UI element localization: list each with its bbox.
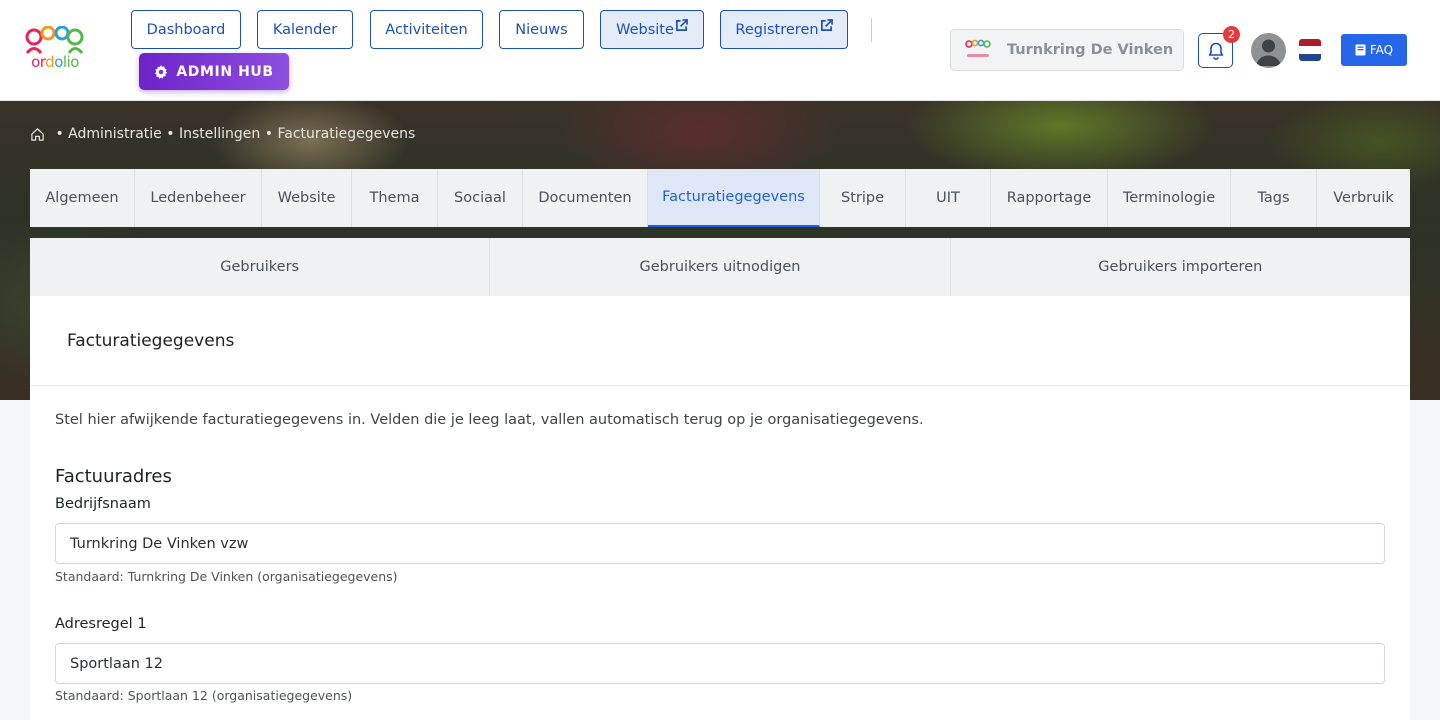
user-subtabs: Gebruikers Gebruikers uitnodigen Gebruik…: [30, 238, 1410, 296]
tab-website[interactable]: Website: [262, 169, 352, 227]
organization-name: Turnkring De Vinken: [1007, 42, 1174, 58]
book-icon: [1355, 44, 1366, 56]
subtab-label: Gebruikers uitnodigen: [639, 259, 801, 275]
admin-hub-label: ADMIN HUB: [176, 63, 274, 80]
bell-icon: [1208, 42, 1223, 60]
card-title: Facturatiegegevens: [67, 330, 235, 351]
tab-label: Thema: [369, 190, 420, 206]
gear-icon: [155, 64, 168, 79]
subtab-gebruikers[interactable]: Gebruikers: [30, 238, 491, 296]
nav-nieuws-button[interactable]: Nieuws: [499, 10, 584, 49]
tab-verbruik[interactable]: Verbruik: [1317, 169, 1410, 227]
breadcrumb-separator: •: [260, 126, 278, 142]
organization-logo-icon: [964, 39, 992, 61]
tab-label: Ledenbeheer: [150, 190, 246, 206]
external-link-icon: [820, 19, 833, 31]
tab-label: Website: [277, 190, 336, 206]
tab-sociaal[interactable]: Sociaal: [438, 169, 523, 227]
nav-kalender-button[interactable]: Kalender: [257, 10, 353, 49]
top-navbar: ordolio Dashboard Kalender Activiteiten …: [0, 0, 1440, 101]
admin-hub-button[interactable]: ADMIN HUB: [139, 53, 289, 90]
section-title-factuuradres: Factuuradres: [55, 466, 172, 487]
nav-kalender-label: Kalender: [272, 21, 338, 38]
adresregel-1-label: Adresregel 1: [55, 616, 147, 632]
tab-label: Stripe: [840, 190, 884, 206]
tab-uit[interactable]: UIT: [906, 169, 991, 227]
nav-website-label: Website: [616, 21, 674, 38]
language-flag-nl-icon[interactable]: [1299, 39, 1321, 61]
organization-switcher[interactable]: Turnkring De Vinken: [950, 29, 1184, 71]
adresregel-1-input[interactable]: [55, 643, 1385, 684]
nav-activiteiten-label: Activiteiten: [385, 21, 468, 38]
nav-dashboard-label: Dashboard: [146, 21, 226, 38]
bedrijfsnaam-label: Bedrijfsnaam: [55, 496, 151, 512]
tab-documenten[interactable]: Documenten: [523, 169, 648, 227]
subtab-label: Gebruikers importeren: [1098, 259, 1263, 275]
tab-label: Terminologie: [1122, 190, 1216, 206]
logo-wordmark: ordolio: [31, 53, 79, 71]
tab-algemeen[interactable]: Algemeen: [30, 169, 135, 227]
nav-registreren-label: Registreren: [735, 21, 819, 38]
subtab-gebruikers-importeren[interactable]: Gebruikers importeren: [951, 238, 1410, 296]
nav-website-button[interactable]: Website: [600, 10, 704, 49]
tab-label: Tags: [1257, 190, 1290, 206]
subtab-label: Gebruikers: [220, 259, 300, 275]
tab-label: Verbruik: [1333, 190, 1394, 206]
notification-count-badge: 2: [1223, 26, 1240, 43]
adresregel-1-help-text: Standaard: Sportlaan 12 (organisatiegege…: [55, 688, 353, 703]
settings-tabs: Algemeen Ledenbeheer Website Thema Socia…: [30, 169, 1410, 227]
intro-text: Stel hier afwijkende facturatiegegevens …: [55, 412, 924, 428]
card-header: Facturatiegegevens: [30, 296, 1410, 386]
breadcrumb-item-instellingen[interactable]: Instellingen: [179, 126, 260, 142]
nav-activiteiten-button[interactable]: Activiteiten: [370, 10, 483, 49]
user-icon: [1256, 39, 1281, 66]
tab-rapportage[interactable]: Rapportage: [991, 169, 1108, 227]
nav-dashboard-button[interactable]: Dashboard: [131, 10, 241, 49]
subtab-gebruikers-uitnodigen[interactable]: Gebruikers uitnodigen: [490, 238, 951, 296]
faq-label: FAQ: [1369, 43, 1394, 57]
tab-stripe[interactable]: Stripe: [820, 169, 906, 227]
ordolio-logo[interactable]: ordolio: [24, 26, 86, 78]
breadcrumb-separator: •: [51, 126, 69, 142]
tab-label: Algemeen: [45, 190, 119, 206]
tab-label: Facturatiegegevens: [662, 189, 805, 205]
user-avatar[interactable]: [1251, 33, 1286, 68]
tab-label: Rapportage: [1006, 190, 1092, 206]
breadcrumb: • Administratie • Instellingen • Factura…: [30, 126, 415, 142]
external-link-icon: [675, 19, 688, 31]
billing-details-card: Facturatiegegevens Stel hier afwijkende …: [30, 296, 1410, 720]
tab-thema[interactable]: Thema: [352, 169, 438, 227]
bedrijfsnaam-help-text: Standaard: Turnkring De Vinken (organisa…: [55, 569, 398, 584]
home-icon[interactable]: [30, 127, 45, 142]
tab-label: UIT: [936, 190, 960, 206]
breadcrumb-item-facturatiegegevens: Facturatiegegevens: [277, 126, 416, 142]
tab-facturatiegegevens[interactable]: Facturatiegegevens: [648, 169, 820, 227]
nav-registreren-button[interactable]: Registreren: [720, 10, 848, 49]
nav-divider: [871, 18, 872, 42]
bedrijfsnaam-input[interactable]: [55, 523, 1385, 564]
breadcrumb-separator: •: [161, 126, 179, 142]
breadcrumb-item-administratie[interactable]: Administratie: [68, 126, 162, 142]
nav-nieuws-label: Nieuws: [515, 21, 568, 38]
tab-ledenbeheer[interactable]: Ledenbeheer: [135, 169, 262, 227]
tab-tags[interactable]: Tags: [1231, 169, 1317, 227]
tab-label: Sociaal: [454, 190, 506, 206]
logo-people-icon: [25, 26, 84, 54]
tab-terminologie[interactable]: Terminologie: [1108, 169, 1231, 227]
tab-label: Documenten: [538, 190, 632, 206]
faq-button[interactable]: FAQ: [1341, 34, 1407, 66]
